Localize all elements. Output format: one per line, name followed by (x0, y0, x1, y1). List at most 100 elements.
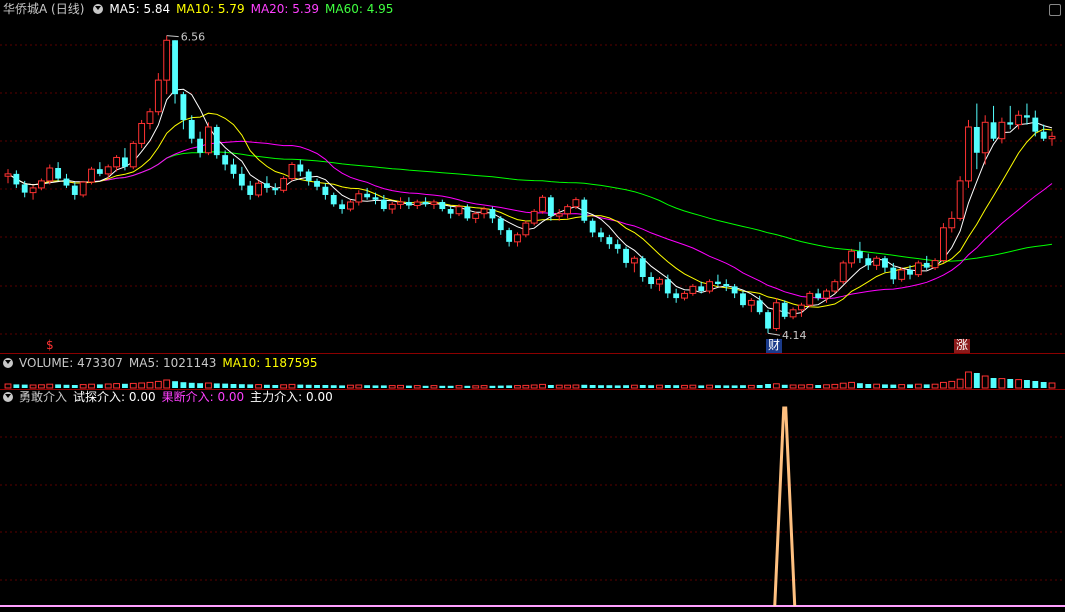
candle-body (539, 196, 546, 212)
candle-body (506, 230, 513, 242)
candle-body (79, 181, 87, 196)
volume-bar (956, 378, 964, 389)
candle-body (489, 209, 496, 219)
candle-body (96, 169, 103, 174)
candle-body (522, 222, 530, 236)
ma60-line (7, 151, 1053, 262)
volume-bar (129, 382, 137, 389)
candle-body (581, 199, 588, 221)
candle-body (13, 173, 20, 185)
candle-body (907, 269, 913, 275)
candle-body (956, 180, 964, 219)
candle-body (413, 201, 421, 207)
volume-bar (1040, 382, 1047, 388)
candle-body (163, 39, 171, 81)
volume-bar (581, 384, 588, 388)
volume-bar (890, 384, 897, 388)
candle-body (873, 257, 881, 266)
candle-body (355, 193, 363, 203)
stock-chart-canvas[interactable]: 6.56 4.14 (0, 0, 1065, 612)
volume-bar (355, 384, 363, 389)
candle-body (747, 299, 755, 306)
candle-body (839, 262, 847, 283)
candle-body (247, 185, 254, 195)
volume-bar (990, 378, 997, 388)
candle-body (606, 237, 613, 245)
candle-body (706, 281, 713, 292)
volume-bar (29, 384, 37, 389)
volume-bar (614, 385, 621, 388)
volume-bar (255, 384, 262, 389)
candle-body (55, 168, 62, 179)
candle-body (898, 269, 906, 280)
volume-bar (122, 383, 128, 388)
volume-bar (873, 383, 881, 389)
volume-bar (907, 384, 913, 388)
candle-body (37, 180, 45, 189)
volume-bar (698, 385, 705, 388)
candle-body (71, 185, 78, 195)
candle-body (572, 199, 580, 208)
candle-body (772, 302, 780, 330)
volume-bar (530, 384, 538, 389)
candle-body (104, 166, 112, 175)
candle-body (422, 201, 429, 205)
candle-body (789, 309, 797, 318)
volume-bar (113, 383, 120, 389)
volume-bar (247, 384, 254, 388)
volume-bar (673, 385, 680, 388)
volume-bar (606, 385, 613, 388)
candle-body (698, 286, 705, 292)
volume-bar (1015, 379, 1023, 389)
candle-body (890, 267, 897, 280)
volume-bar (280, 384, 288, 389)
volume-bar (923, 384, 930, 388)
volume-bar (998, 378, 1006, 389)
volume-bar (839, 382, 847, 389)
volume-bar (63, 384, 70, 388)
volume-bar (497, 385, 504, 388)
candle-body (1024, 115, 1030, 118)
volume-bar (589, 385, 596, 388)
candle-body (129, 142, 137, 168)
candle-body (305, 171, 312, 181)
volume-bar (882, 384, 888, 388)
candle-body (998, 121, 1006, 140)
candle-body (280, 178, 288, 191)
candle-body (322, 186, 329, 195)
volume-bar (347, 384, 354, 389)
tag-cai[interactable]: 财 (766, 339, 783, 353)
volume-bar (238, 384, 245, 388)
candle-body (272, 187, 279, 191)
volume-bar (1007, 379, 1014, 388)
candle-body (656, 278, 663, 285)
volume-bar (163, 379, 171, 389)
volume-bar (815, 385, 822, 388)
candle-body (380, 199, 387, 210)
volume-bar (747, 384, 755, 389)
volume-bar (314, 385, 320, 388)
volume-bar (965, 371, 972, 389)
candle-body (564, 206, 572, 215)
tag-dollar[interactable]: $ (44, 339, 56, 353)
candle-body (815, 293, 822, 299)
candle-body (765, 312, 771, 329)
volume-bar (547, 385, 554, 388)
candle-body (981, 121, 989, 154)
candle-body (29, 187, 37, 194)
volume-bar (37, 384, 45, 389)
volume-bar (330, 385, 337, 388)
volume-bar (706, 384, 713, 389)
volume-bar (339, 385, 346, 388)
tag-zhang[interactable]: 涨 (954, 339, 971, 353)
candle-body (865, 258, 872, 266)
candle-body (430, 201, 438, 205)
candle-body (480, 208, 488, 215)
volume-bar (623, 385, 629, 388)
candle-body (222, 155, 229, 165)
volume-bar (765, 384, 771, 388)
volume-bar (472, 385, 480, 389)
candle-body (614, 244, 621, 249)
volume-bar (104, 383, 112, 389)
volume-bar (180, 382, 187, 388)
